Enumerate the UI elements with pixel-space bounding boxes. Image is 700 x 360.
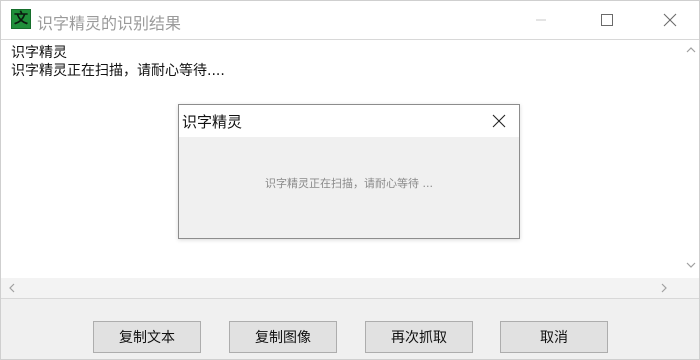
- title-bar[interactable]: 文 识字精灵的识别结果: [1, 1, 699, 39]
- chevron-down-icon: [686, 262, 696, 268]
- dialog-close-button[interactable]: [481, 105, 517, 137]
- result-text-line: 识字精灵: [11, 45, 67, 61]
- minimize-button[interactable]: [518, 1, 564, 39]
- minimize-icon: [536, 19, 546, 21]
- app-icon-glyph: 文: [14, 11, 28, 27]
- chevron-left-icon: [9, 283, 15, 293]
- scroll-up-button[interactable]: [684, 43, 698, 57]
- result-window: 文 识字精灵的识别结果 识字精灵 识字精灵正在扫描，请耐心等待.... 识字精灵…: [0, 0, 700, 360]
- window-title: 识字精灵的识别结果: [37, 14, 182, 33]
- scanning-dialog: 识字精灵 识字精灵正在扫描，请耐心等待 ...: [178, 104, 520, 239]
- dialog-message: 识字精灵正在扫描，请耐心等待 ...: [265, 177, 433, 190]
- close-icon: [663, 13, 677, 27]
- dialog-title: 识字精灵: [182, 113, 243, 131]
- close-icon: [492, 114, 506, 128]
- maximize-icon: [601, 14, 613, 26]
- dialog-title-bar[interactable]: 识字精灵: [179, 105, 519, 137]
- recapture-button[interactable]: 再次抓取: [365, 321, 473, 353]
- maximize-button[interactable]: [584, 1, 630, 39]
- chevron-right-icon: [661, 283, 667, 293]
- scroll-right-button[interactable]: [657, 281, 671, 295]
- app-icon: 文: [11, 9, 31, 29]
- copy-text-button[interactable]: 复制文本: [93, 321, 201, 353]
- vertical-scrollbar[interactable]: [682, 40, 699, 278]
- chevron-up-icon: [686, 47, 696, 53]
- scroll-left-button[interactable]: [5, 281, 19, 295]
- close-button[interactable]: [647, 1, 693, 39]
- scroll-down-button[interactable]: [684, 258, 698, 272]
- horizontal-scrollbar[interactable]: [1, 278, 699, 298]
- result-text-line: 识字精灵正在扫描，请耐心等待....: [11, 63, 225, 79]
- copy-image-button[interactable]: 复制图像: [229, 321, 337, 353]
- cancel-button[interactable]: 取消: [500, 321, 608, 353]
